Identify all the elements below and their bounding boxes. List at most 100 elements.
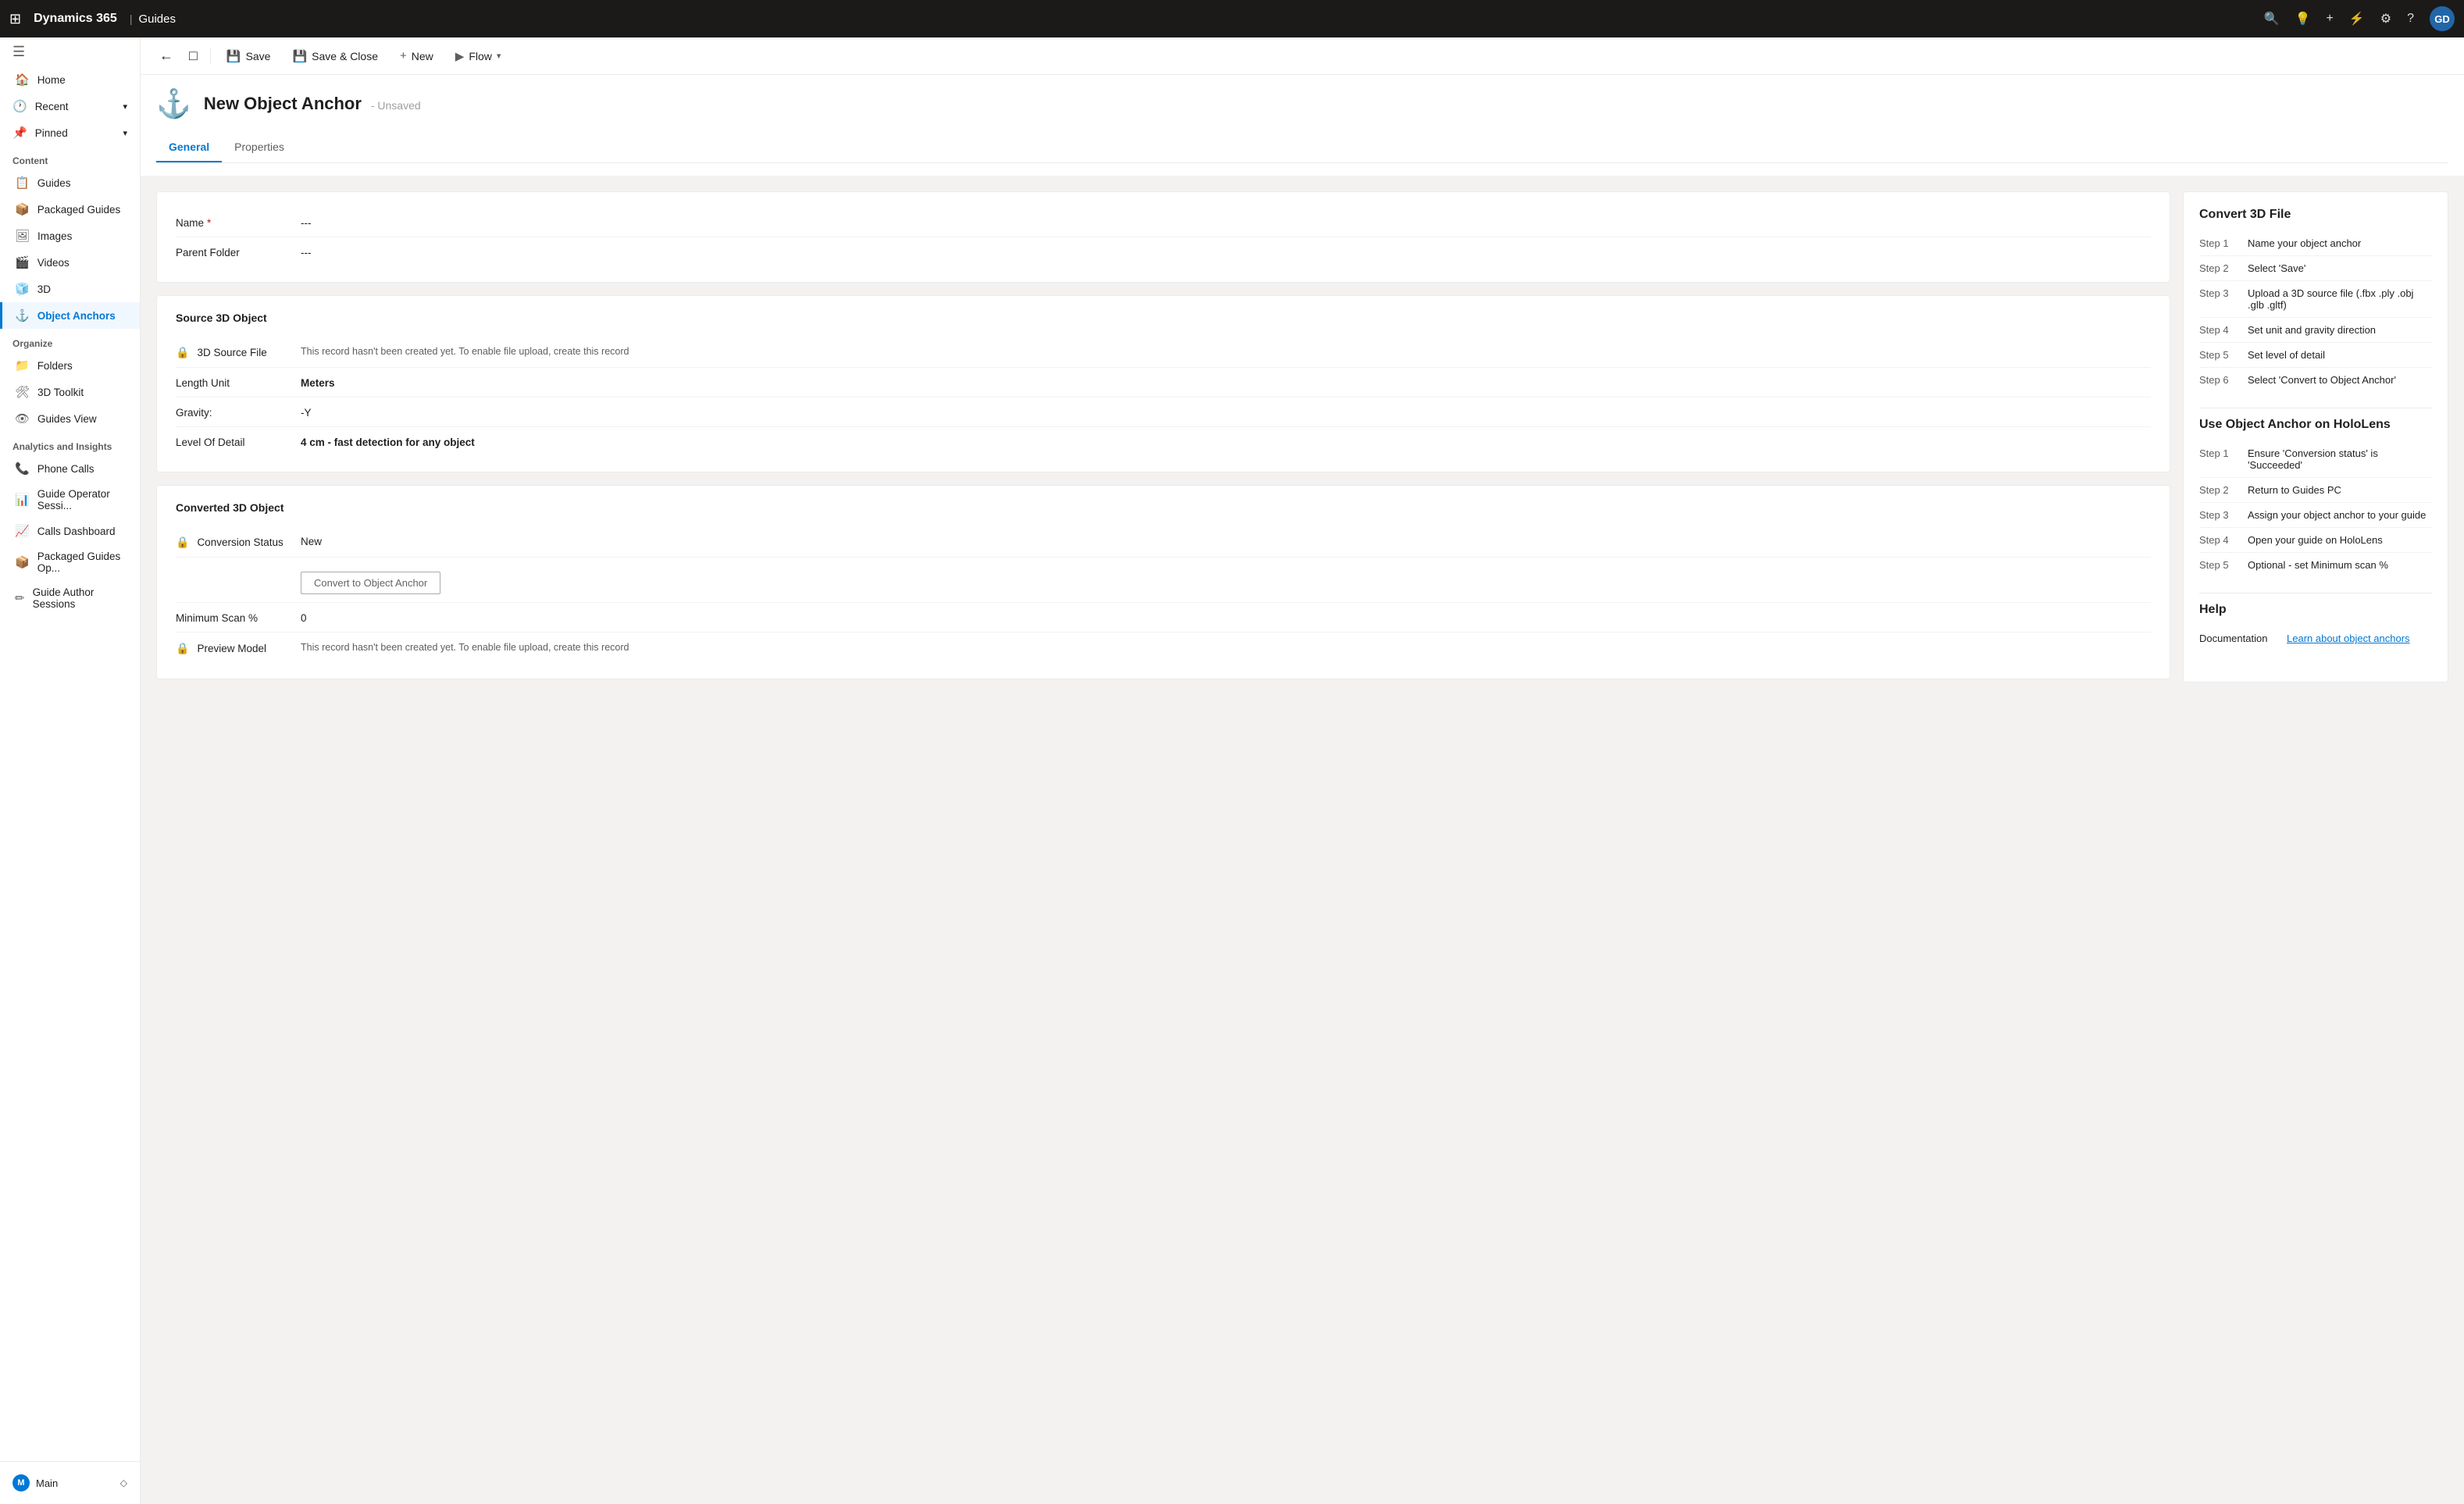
sidebar-item-packaged-guides[interactable]: 📦 Packaged Guides xyxy=(0,196,140,223)
tab-properties[interactable]: Properties xyxy=(222,133,297,162)
sidebar-item-3d[interactable]: 🧊 3D xyxy=(0,276,140,302)
bulb-icon[interactable]: 💡 xyxy=(2295,11,2311,27)
back-button[interactable]: ← xyxy=(153,43,180,69)
tabs: General Properties xyxy=(156,133,2448,163)
basic-info-card: Name * --- Parent Folder --- xyxy=(156,191,2170,283)
sidebar-item-calls-dashboard[interactable]: 📈 Calls Dashboard xyxy=(0,518,140,544)
help-section: Help Documentation Learn about object an… xyxy=(2199,603,2432,650)
sidebar-item-object-anchors[interactable]: ⚓ Object Anchors xyxy=(0,302,140,329)
sidebar-footer-label: Main xyxy=(36,1477,58,1489)
save-close-label: Save & Close xyxy=(312,50,378,62)
help-icon[interactable]: ? xyxy=(2407,12,2414,26)
recent-chevron: ▾ xyxy=(123,102,127,112)
form-row-minimum-scan: Minimum Scan % 0 xyxy=(176,603,2151,633)
level-of-detail-value[interactable]: 4 cm - fast detection for any object xyxy=(301,435,2151,448)
form-row-conversion-status: 🔒 Conversion Status New xyxy=(176,526,2151,558)
sidebar-item-3d-toolkit[interactable]: 🛠 3D Toolkit xyxy=(0,379,140,405)
gravity-label: Gravity: xyxy=(176,405,301,419)
packaged-guides-op-icon: 📦 xyxy=(15,555,30,569)
sidebar-item-folders[interactable]: 📁 Folders xyxy=(0,352,140,379)
step-row: Step 6Select 'Convert to Object Anchor' xyxy=(2199,368,2432,392)
sidebar-item-pinned-label: Pinned xyxy=(35,127,68,139)
settings-icon[interactable]: ⚙ xyxy=(2380,11,2391,27)
grid-icon[interactable]: ⊞ xyxy=(9,11,21,27)
gravity-value[interactable]: -Y xyxy=(301,405,2151,419)
sidebar-item-guides-view-label: Guides View xyxy=(37,413,97,425)
forward-button[interactable]: □ xyxy=(183,43,204,69)
help-title: Help xyxy=(2199,603,2432,617)
length-unit-value[interactable]: Meters xyxy=(301,376,2151,389)
learn-object-anchors-link[interactable]: Learn about object anchors xyxy=(2287,633,2410,644)
length-unit-label: Length Unit xyxy=(176,376,301,389)
flow-label: Flow xyxy=(469,50,492,62)
sidebar-toggle[interactable]: ☰ xyxy=(0,37,140,66)
convert-steps-list: Step 1Name your object anchorStep 2Selec… xyxy=(2199,231,2432,392)
new-button[interactable]: + New xyxy=(390,45,443,67)
page-title: New Object Anchor - Unsaved xyxy=(204,94,421,114)
sidebar-item-guides-label: Guides xyxy=(37,177,71,189)
images-icon: 🖼 xyxy=(15,229,30,243)
3d-source-file-label: 🔒 3D Source File xyxy=(176,344,301,359)
step-row: Step 3 Upload a 3D source file (.fbx .ply… xyxy=(2199,281,2432,318)
lock-icon-conversion: 🔒 xyxy=(176,536,189,549)
sidebar-item-packaged-guides-label: Packaged Guides xyxy=(37,204,121,216)
step-row: Step 3Assign your object anchor to your … xyxy=(2199,503,2432,528)
step-label: Step 4 xyxy=(2199,324,2238,336)
search-icon[interactable]: 🔍 xyxy=(2264,11,2280,27)
tab-general[interactable]: General xyxy=(156,133,222,162)
step-label: Step 1 xyxy=(2199,447,2238,471)
flow-button[interactable]: ▶ Flow ▾ xyxy=(446,45,511,68)
sidebar-item-phone-calls[interactable]: 📞 Phone Calls xyxy=(0,455,140,482)
sidebar-item-recent[interactable]: 🕐 Recent ▾ xyxy=(0,93,140,119)
form-row-length-unit: Length Unit Meters xyxy=(176,368,2151,397)
sidebar-item-pinned[interactable]: 📌 Pinned ▾ xyxy=(0,119,140,146)
convert-to-object-anchor-button[interactable]: Convert to Object Anchor xyxy=(301,572,440,594)
sidebar-item-packaged-guides-op[interactable]: 📦 Packaged Guides Op... xyxy=(0,544,140,580)
step-label: Step 2 xyxy=(2199,262,2238,274)
3d-source-file-value: This record hasn't been created yet. To … xyxy=(301,344,2151,357)
level-of-detail-label: Level Of Detail xyxy=(176,435,301,448)
form-row-parent-folder: Parent Folder --- xyxy=(176,237,2151,266)
guides-icon: 📋 xyxy=(15,176,30,190)
source-3d-section: Source 3D Object 🔒 3D Source File This r… xyxy=(157,296,2170,472)
analytics-section-header: Analytics and Insights xyxy=(0,432,140,455)
page-outer: ← □ 💾 Save 💾 Save & Close + New ▶ Flow ▾ xyxy=(141,37,2464,1504)
videos-icon: 🎬 xyxy=(15,255,30,269)
convert-3d-section: Convert 3D File Step 1Name your object a… xyxy=(2199,208,2432,392)
page-header-area: ⚓ New Object Anchor - Unsaved General Pr… xyxy=(141,75,2464,176)
sidebar-item-guide-author[interactable]: ✏ Guide Author Sessions xyxy=(0,580,140,616)
record-title-group: New Object Anchor - Unsaved xyxy=(204,94,421,114)
step-desc: Select 'Save' xyxy=(2248,262,2432,274)
command-bar: ← □ 💾 Save 💾 Save & Close + New ▶ Flow ▾ xyxy=(141,37,2464,75)
home-icon: 🏠 xyxy=(15,73,30,87)
hololens-section: Use Object Anchor on HoloLens Step 1Ensu… xyxy=(2199,418,2432,577)
sidebar-item-home[interactable]: 🏠 Home xyxy=(0,66,140,93)
step-desc: Set level of detail xyxy=(2248,349,2432,361)
plus-icon[interactable]: + xyxy=(2326,12,2333,26)
sidebar-item-guides-view[interactable]: 👁 Guides View xyxy=(0,405,140,432)
filter-icon[interactable]: ⚡ xyxy=(2349,11,2365,27)
main-layout: ☰ 🏠 Home 🕐 Recent ▾ 📌 Pinned ▾ Content 📋… xyxy=(0,37,2464,1504)
sidebar-footer-chevron: ◇ xyxy=(120,1477,127,1488)
new-icon: + xyxy=(400,49,407,62)
step-desc: Upload a 3D source file (.fbx .ply .obj … xyxy=(2248,287,2432,311)
save-button[interactable]: 💾 Save xyxy=(217,45,280,68)
minimum-scan-value[interactable]: 0 xyxy=(301,611,2151,624)
hololens-steps-list: Step 1Ensure 'Conversion status' is 'Suc… xyxy=(2199,441,2432,577)
save-close-button[interactable]: 💾 Save & Close xyxy=(283,45,387,68)
name-value[interactable]: --- xyxy=(301,216,2151,229)
conversion-status-value: New xyxy=(301,534,2151,547)
sidebar-item-videos[interactable]: 🎬 Videos xyxy=(0,249,140,276)
parent-folder-value[interactable]: --- xyxy=(301,245,2151,258)
source-3d-title: Source 3D Object xyxy=(176,312,2151,324)
sidebar-footer: M Main ◇ xyxy=(0,1461,140,1504)
step-desc: Assign your object anchor to your guide xyxy=(2248,509,2432,521)
sidebar-item-guide-operator[interactable]: 📊 Guide Operator Sessi... xyxy=(0,482,140,518)
form-row-3d-source-file: 🔒 3D Source File This record hasn't been… xyxy=(176,337,2151,368)
sidebar-item-guides[interactable]: 📋 Guides xyxy=(0,169,140,196)
top-nav-right: 🔍 💡 + ⚡ ⚙ ? GD xyxy=(2264,6,2455,31)
avatar[interactable]: GD xyxy=(2430,6,2455,31)
sidebar-item-images[interactable]: 🖼 Images xyxy=(0,223,140,249)
sidebar-footer-main[interactable]: M Main ◇ xyxy=(0,1468,140,1498)
step-label: Step 3 xyxy=(2199,287,2238,311)
